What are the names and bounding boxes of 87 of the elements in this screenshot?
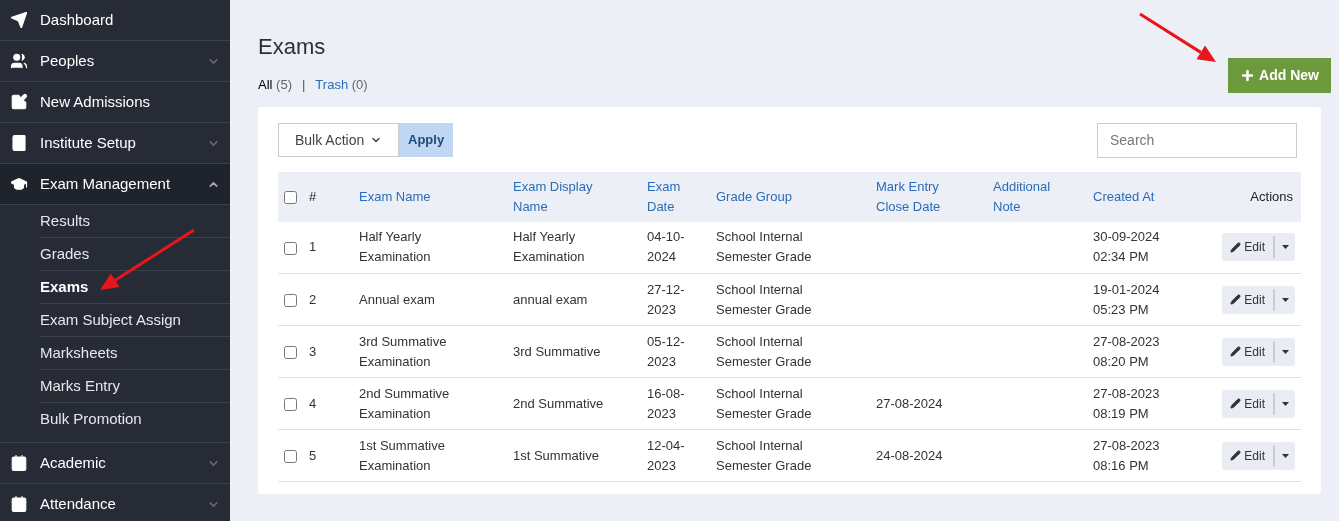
edit-button[interactable]: Edit	[1222, 236, 1275, 259]
table-cell-text: 2nd Summative	[513, 394, 604, 413]
table-cell-text: Half Yearly Examination	[359, 228, 432, 267]
filter-link[interactable]: All (5)	[258, 75, 292, 95]
table-cell-text: 4	[309, 394, 317, 413]
table-cell-text: 27-08-2023 08:16 PM	[1093, 436, 1161, 475]
pencil-icon	[1230, 398, 1242, 409]
table-cell-text: 3rd Summative	[513, 342, 601, 361]
sidebar-item[interactable]: New Admissions	[0, 82, 230, 123]
row-checkbox[interactable]	[284, 293, 297, 307]
column-header: Actions	[1250, 187, 1293, 206]
table-cell-text: 1st Summative	[513, 446, 599, 465]
table-cell-text: 04-10-2024	[647, 228, 686, 267]
pencil-icon	[1230, 346, 1242, 357]
column-header[interactable]: Grade Group	[716, 186, 792, 207]
column-header[interactable]: Exam Name	[359, 186, 431, 207]
pencil-icon	[1230, 241, 1242, 253]
table-cell-text: 2	[309, 290, 317, 309]
row-checkbox[interactable]	[284, 397, 297, 411]
row-checkbox[interactable]	[284, 449, 297, 463]
select-all-checkbox[interactable]	[284, 190, 297, 204]
column-header[interactable]: Created At	[1093, 186, 1155, 207]
pencil-icon	[1230, 450, 1242, 461]
table-cell-text: School Internal Semester Grade	[716, 332, 813, 371]
table-cell-text: 1st Summative Examination	[359, 436, 446, 475]
table-cell-text: 3	[309, 342, 317, 361]
table-cell-text: 05-12-2023	[647, 332, 686, 371]
submenu-item[interactable]: Exam Subject Assign	[40, 304, 230, 337]
table-cell-text: School Internal Semester Grade	[716, 228, 813, 267]
submenu-item[interactable]: Marks Entry	[40, 370, 230, 403]
row-checkbox[interactable]	[284, 345, 297, 359]
table-cell-text: School Internal Semester Grade	[716, 384, 813, 423]
caret-down-icon	[1281, 401, 1289, 406]
sidebar-item[interactable]: Dashboard	[0, 0, 230, 41]
table-cell-text: 27-08-2024	[876, 394, 943, 413]
table-cell-text: 27-08-2023 08:19 PM	[1093, 384, 1161, 423]
column-header[interactable]: Additional Note	[993, 176, 1068, 217]
submenu-item[interactable]: Bulk Promotion	[40, 403, 230, 436]
caret-down-icon	[1281, 349, 1289, 354]
sidebar-item[interactable]: Attendance	[0, 484, 230, 521]
plus-icon	[1240, 67, 1256, 83]
table-cell-text: 1	[309, 238, 317, 257]
table-cell-text: Annual exam	[359, 290, 435, 309]
table-cell-text: 3rd Summative Examination	[359, 332, 448, 371]
sidebar-item[interactable]: Exam Management	[0, 164, 230, 205]
table-cell-text: 27-08-2023 08:20 PM	[1093, 332, 1161, 371]
edit-button[interactable]: Edit	[1222, 288, 1275, 311]
column-header[interactable]: Exam Date	[647, 176, 692, 217]
caret-down-icon	[1281, 453, 1289, 458]
paper-plane-icon	[10, 11, 28, 29]
table-cell-text: 30-09-2024 02:34 PM	[1093, 228, 1161, 267]
table-cell-text: 12-04-2023	[647, 436, 686, 475]
submenu-item[interactable]: Results	[40, 205, 230, 238]
pencil-icon	[1230, 294, 1242, 305]
caret-down-icon	[1281, 245, 1289, 250]
sidebar-item[interactable]: Peoples	[0, 41, 230, 82]
edit-button[interactable]: Edit	[1222, 444, 1275, 467]
edit-button[interactable]: Edit	[1222, 392, 1275, 415]
separator: |	[301, 76, 306, 94]
row-checkbox[interactable]	[284, 241, 297, 255]
table-cell-text: School Internal Semester Grade	[716, 436, 813, 475]
caret-down-icon	[1281, 297, 1289, 302]
table-cell-text: annual exam	[513, 290, 588, 309]
sidebar-item[interactable]: Academic	[0, 443, 230, 484]
column-header[interactable]: Mark Entry Close Date	[876, 176, 956, 217]
graduation-cap-icon	[10, 175, 28, 193]
table-cell-text: Half Yearly Examination	[513, 228, 586, 267]
people-icon	[10, 52, 28, 70]
search-field[interactable]: Search	[1097, 122, 1297, 158]
bulk-action-select[interactable]: Bulk Action	[278, 123, 399, 157]
submenu-item[interactable]: Grades	[40, 238, 230, 271]
calendar-icon	[10, 495, 28, 513]
table-cell-text: 2nd Summative Examination	[359, 384, 451, 423]
table-cell-text: 24-08-2024	[876, 446, 943, 465]
page-title: Exams	[258, 33, 327, 61]
submenu-item[interactable]: Marksheets	[40, 337, 230, 370]
table-cell-text: 27-12-2023	[647, 280, 686, 319]
edit-button[interactable]: Edit	[1222, 340, 1275, 363]
table-cell-text: 16-08-2023	[647, 384, 686, 423]
filter-link[interactable]: Trash (0)	[315, 75, 368, 95]
table-cell-text: 5	[309, 446, 317, 465]
edit-icon	[10, 93, 28, 111]
table-cell-text: 19-01-2024 05:23 PM	[1093, 280, 1161, 319]
column-header: #	[309, 187, 317, 206]
apply-button[interactable]: Apply	[399, 123, 454, 157]
column-header[interactable]: Exam Display Name	[513, 176, 618, 217]
table-cell-text: School Internal Semester Grade	[716, 280, 813, 319]
